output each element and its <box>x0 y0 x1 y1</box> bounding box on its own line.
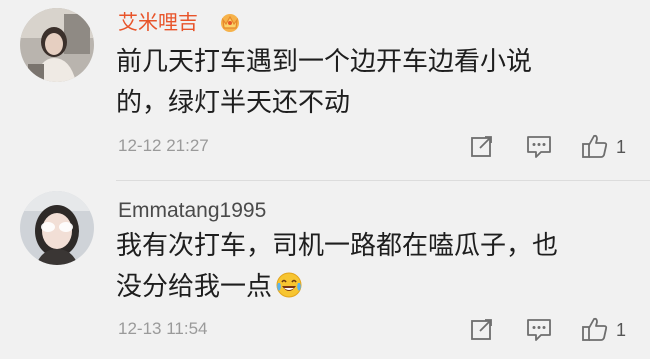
comment-text-line: 我有次打车，司机一路都在嗑瓜子，也 <box>116 231 559 261</box>
avatar[interactable] <box>20 191 94 265</box>
share-icon[interactable] <box>467 314 497 344</box>
timestamp: 12-12 21:27 <box>118 136 209 155</box>
avatar[interactable] <box>20 8 94 82</box>
share-icon[interactable] <box>467 131 497 161</box>
vip-crown-icon <box>221 14 239 32</box>
comment-text: 前几天打车遇到一个边开车边看小说 的，绿灯半天还不动 <box>116 42 532 124</box>
comment-text-line-content: 没分给我一点 <box>116 272 273 302</box>
like-count: 1 <box>616 320 627 340</box>
comment-item: 艾米哩吉 前几天打车遇到一个边开车边看小说 的，绿灯半天还不动 12-12 21… <box>0 0 650 180</box>
comment-text-line: 没分给我一点 <box>116 267 558 308</box>
comment-text-line: 前几天打车遇到一个边开车边看小说 <box>116 47 533 77</box>
thumbs-up-icon[interactable] <box>580 314 610 344</box>
comment-item: Emmatang1995 我有次打车，司机一路都在嗑瓜子，也 没分给我一点 12… <box>0 181 650 359</box>
like-count: 1 <box>616 137 627 157</box>
timestamp: 12-13 11:54 <box>118 319 208 338</box>
comment-text: 我有次打车，司机一路都在嗑瓜子，也 没分给我一点 <box>116 226 558 308</box>
thumbs-up-icon[interactable] <box>580 131 610 161</box>
username[interactable]: Emmatang1995 <box>118 199 266 223</box>
username[interactable]: 艾米哩吉 <box>118 10 198 34</box>
laugh-cry-emoji <box>276 272 302 298</box>
comment-text-line: 的，绿灯半天还不动 <box>116 88 351 118</box>
comment-icon[interactable] <box>524 314 554 344</box>
comment-icon[interactable] <box>524 131 554 161</box>
